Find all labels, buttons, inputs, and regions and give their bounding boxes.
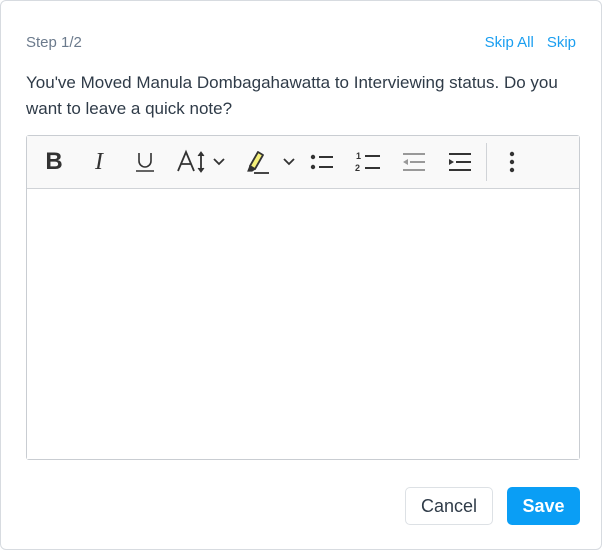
leave-note-dialog: Step 1/2 Skip All Skip You've Moved Manul… (0, 0, 602, 550)
underline-icon (136, 153, 154, 172)
highlight-icon (247, 151, 269, 174)
skip-links: Skip All Skip (485, 34, 576, 51)
skip-link[interactable]: Skip (547, 34, 576, 51)
cancel-button[interactable]: Cancel (405, 487, 493, 525)
bold-button[interactable]: B (39, 136, 69, 188)
svg-text:1: 1 (356, 151, 361, 161)
bulleted-list-icon (310, 154, 333, 170)
dialog-message: You've Moved Manula Dombagahawatta to In… (26, 73, 558, 118)
step-indicator: Step 1/2 (26, 34, 82, 51)
highlight-dropdown[interactable] (241, 136, 297, 188)
save-button[interactable]: Save (507, 487, 580, 525)
editor-toolbar: B I 12 (27, 136, 579, 189)
more-options-icon (509, 151, 515, 173)
italic-icon: I (95, 148, 103, 175)
rich-text-editor: B I 12 (26, 135, 580, 460)
toolbar-divider (486, 143, 487, 181)
more-options-button[interactable] (497, 136, 527, 188)
italic-button[interactable]: I (84, 136, 114, 188)
outdent-icon (403, 153, 425, 171)
outdent-button[interactable] (399, 136, 429, 188)
skip-all-link[interactable]: Skip All (485, 34, 534, 51)
bulleted-list-button[interactable] (307, 136, 337, 188)
underline-button[interactable] (130, 136, 160, 188)
indent-icon (449, 153, 471, 171)
chevron-down-icon (283, 158, 295, 166)
bold-icon: B (45, 148, 63, 175)
numbered-list-button[interactable]: 12 (353, 136, 383, 188)
numbered-list-icon: 12 (355, 151, 380, 173)
dialog-header: Step 1/2 Skip All Skip (26, 34, 576, 54)
note-editor-area[interactable] (27, 189, 579, 459)
font-size-dropdown[interactable] (173, 136, 229, 188)
chevron-down-icon (213, 158, 225, 166)
indent-button[interactable] (445, 136, 475, 188)
font-size-icon (177, 149, 205, 173)
svg-text:2: 2 (355, 163, 360, 173)
